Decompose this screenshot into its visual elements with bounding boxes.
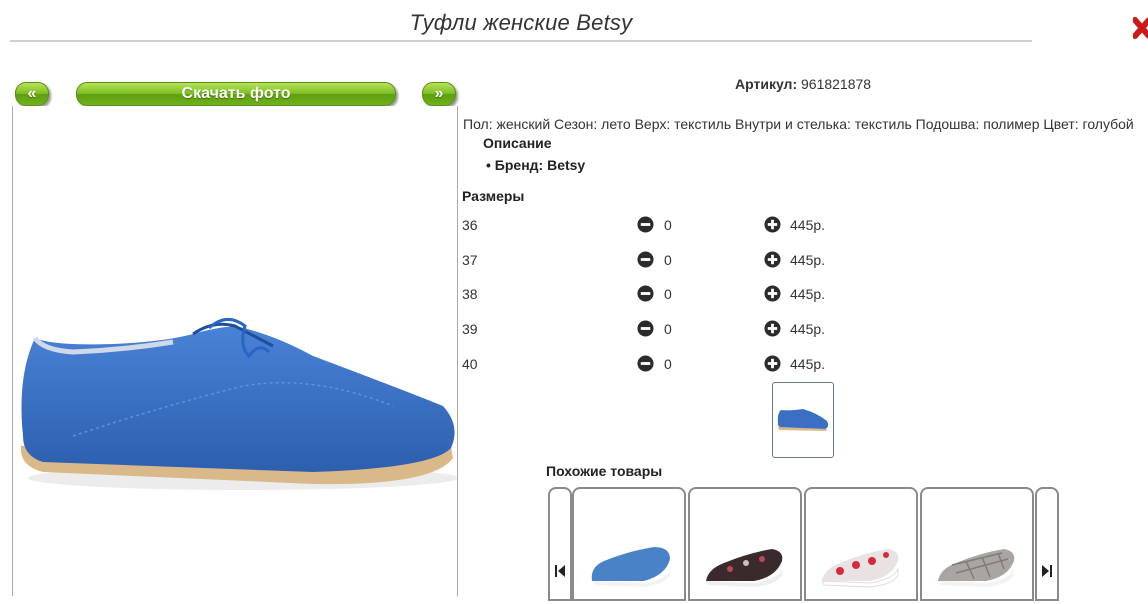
size-row: 39 0 445р. [462,319,862,339]
description-heading: Описание [483,135,552,151]
size-row: 36 0 445р. [462,215,862,235]
plus-circle-icon[interactable] [764,355,781,372]
next-photo-button[interactable]: » [422,82,456,106]
size-value: 39 [462,321,478,337]
size-row: 38 0 445р. [462,284,862,304]
minus-circle-icon[interactable] [637,216,654,233]
title-divider [10,40,1032,42]
sizes-heading: Размеры [462,188,525,204]
plus-circle-icon[interactable] [764,320,781,337]
red-floral-slip-on-shoe [821,549,899,588]
plus-circle-icon[interactable] [764,216,781,233]
price-value: 445р. [790,252,826,268]
close-icon[interactable] [1133,14,1148,44]
similar-products-heading: Похожие товары [546,463,663,479]
size-value: 37 [462,252,478,268]
minus-circle-icon[interactable] [637,320,654,337]
quantity-value: 0 [664,321,672,337]
product-properties: Пол: женский Сезон: лето Верх: текстиль … [463,116,1134,132]
price-value: 445р. [790,356,826,372]
similar-product-card[interactable] [688,487,802,601]
plus-circle-icon[interactable] [764,251,781,268]
size-row: 40 0 445р. [462,354,862,374]
bullet-icon: • [486,157,495,173]
minus-circle-icon[interactable] [637,355,654,372]
product-photo [12,106,458,596]
shoe-image [20,318,458,490]
page-title: Туфли женские Betsy [409,10,633,35]
size-value: 36 [462,217,478,233]
quantity-value: 0 [664,286,672,302]
similar-product-card[interactable] [804,487,918,601]
similar-product-card[interactable] [920,487,1034,601]
article-label: Артикул: [735,76,798,92]
prev-photo-button[interactable]: « [15,82,49,106]
grey-checkered-slip-on-shoe [938,549,1015,587]
shoe-thumbnail-image [777,409,829,431]
blue-slip-on-shoe [591,547,670,587]
minus-circle-icon[interactable] [637,285,654,302]
similar-product-card[interactable] [572,487,686,601]
quantity-value: 0 [664,356,672,372]
photo-thumbnail[interactable] [772,382,834,458]
skip-next-icon [1042,565,1052,577]
brand-item: • Бренд: Betsy [486,157,585,173]
carousel-prev-button[interactable] [548,487,572,601]
minus-circle-icon[interactable] [637,251,654,268]
size-row: 37 0 445р. [462,250,862,270]
skip-previous-icon [555,565,565,577]
floral-dark-slip-on-shoe [706,549,783,587]
download-photo-button[interactable]: Скачать фото [76,82,396,106]
article-value: 961821878 [801,76,872,92]
size-value: 40 [462,356,478,372]
carousel-next-button[interactable] [1035,487,1059,601]
quantity-value: 0 [664,217,672,233]
price-value: 445р. [790,321,826,337]
brand-label: Бренд: Betsy [494,157,586,173]
size-value: 38 [462,286,478,302]
plus-circle-icon[interactable] [764,285,781,302]
price-value: 445р. [790,286,826,302]
article-number: Артикул: 961821878 [735,76,871,92]
quantity-value: 0 [664,252,672,268]
price-value: 445р. [790,217,826,233]
